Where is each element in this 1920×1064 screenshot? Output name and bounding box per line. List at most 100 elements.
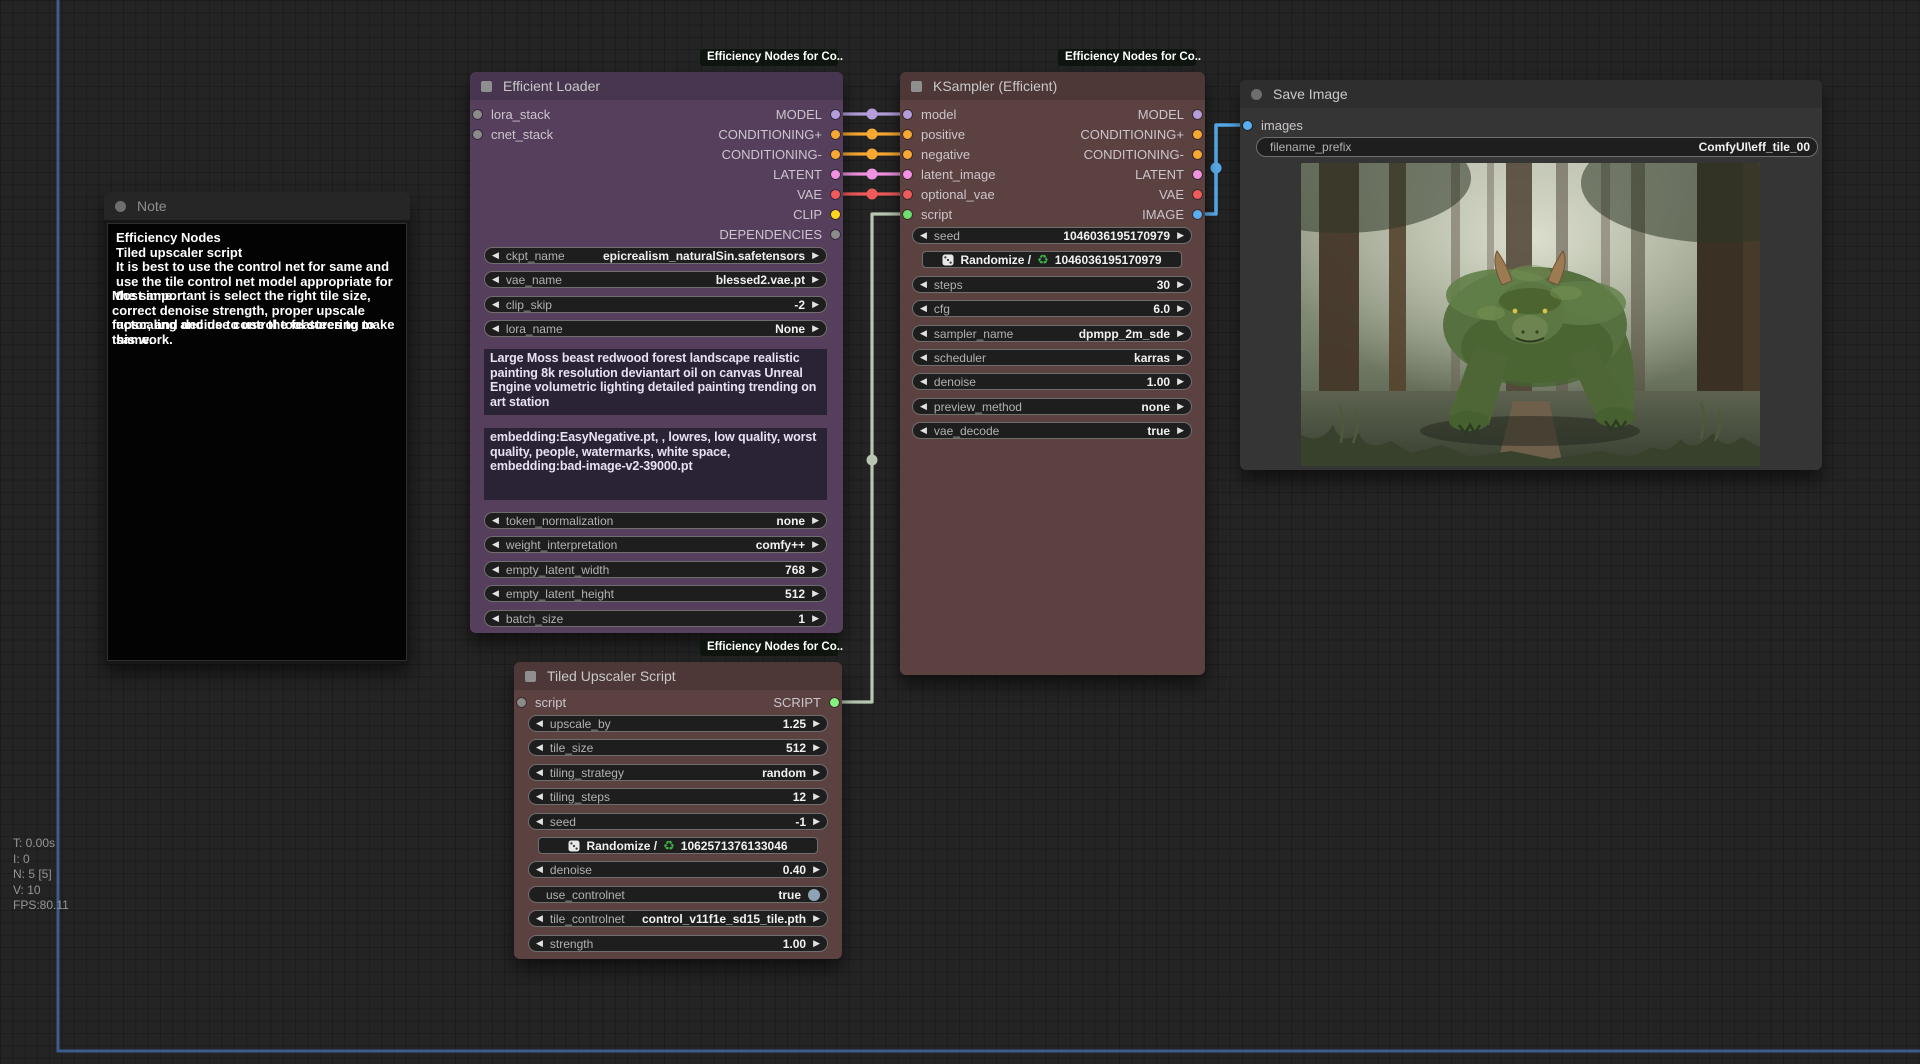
left-arrow-icon[interactable]: ◀ [920, 426, 927, 435]
right-arrow-icon[interactable]: ▶ [812, 516, 819, 525]
right-arrow-icon[interactable]: ▶ [812, 614, 819, 623]
slot-dot[interactable] [1193, 190, 1202, 199]
right-arrow-icon[interactable]: ▶ [1177, 353, 1184, 362]
left-arrow-icon[interactable]: ◀ [492, 614, 499, 623]
left-arrow-icon[interactable]: ◀ [536, 865, 543, 874]
right-arrow-icon[interactable]: ▶ [813, 719, 820, 728]
slot-dot[interactable] [831, 150, 840, 159]
output-slot-latent[interactable]: LATENT [773, 164, 840, 184]
right-arrow-icon[interactable]: ▶ [1177, 329, 1184, 338]
slot-dot[interactable] [473, 110, 482, 119]
save-image-header[interactable]: Save Image [1240, 80, 1822, 108]
left-arrow-icon[interactable]: ◀ [536, 817, 543, 826]
widget-vae-name[interactable]: ◀ vae_name blessed2.vae.pt ▶ [484, 271, 827, 288]
right-arrow-icon[interactable]: ▶ [813, 914, 820, 923]
input-slot-negative[interactable]: negative [903, 144, 970, 164]
widget-vae-decode[interactable]: ◀ vae_decode true ▶ [912, 422, 1192, 439]
widget-tile-controlnet[interactable]: ◀ tile_controlnet control_v11f1e_sd15_ti… [528, 910, 828, 927]
left-arrow-icon[interactable]: ◀ [492, 324, 499, 333]
slot-dot[interactable] [903, 170, 912, 179]
left-arrow-icon[interactable]: ◀ [492, 565, 499, 574]
output-slot-conditioning-plus[interactable]: CONDITIONING+ [718, 124, 840, 144]
right-arrow-icon[interactable]: ▶ [812, 589, 819, 598]
output-slot-script[interactable]: SCRIPT [773, 692, 839, 712]
left-arrow-icon[interactable]: ◀ [492, 251, 499, 260]
right-arrow-icon[interactable]: ▶ [813, 768, 820, 777]
slot-dot[interactable] [903, 130, 912, 139]
widget-tiling-steps[interactable]: ◀ tiling_steps 12 ▶ [528, 788, 828, 805]
widget-empty-latent-height[interactable]: ◀ empty_latent_height 512 ▶ [484, 585, 827, 602]
positive-prompt-textarea[interactable]: Large Moss beast redwood forest landscap… [484, 349, 827, 415]
slot-dot[interactable] [1193, 210, 1202, 219]
slot-dot[interactable] [831, 110, 840, 119]
randomize-seed-button[interactable]: Randomize / ♻ 1046036195170979 [922, 251, 1182, 268]
widget-seed[interactable]: ◀ seed -1 ▶ [528, 813, 828, 830]
tiled-upscaler-header[interactable]: Tiled Upscaler Script [514, 662, 842, 690]
left-arrow-icon[interactable]: ◀ [536, 768, 543, 777]
right-arrow-icon[interactable]: ▶ [813, 743, 820, 752]
output-slot-vae[interactable]: VAE [1159, 184, 1202, 204]
negative-prompt-textarea[interactable]: embedding:EasyNegative.pt, , lowres, low… [484, 428, 827, 500]
left-arrow-icon[interactable]: ◀ [536, 792, 543, 801]
slot-dot[interactable] [1243, 121, 1252, 130]
slot-dot[interactable] [1193, 110, 1202, 119]
widget-token-normalization[interactable]: ◀ token_normalization none ▶ [484, 512, 827, 529]
slot-dot[interactable] [830, 698, 839, 707]
widget-denoise[interactable]: ◀ denoise 1.00 ▶ [912, 373, 1192, 390]
left-arrow-icon[interactable]: ◀ [536, 719, 543, 728]
right-arrow-icon[interactable]: ▶ [1177, 231, 1184, 240]
input-slot-positive[interactable]: positive [903, 124, 965, 144]
right-arrow-icon[interactable]: ▶ [1177, 280, 1184, 289]
collapse-square-icon[interactable] [481, 81, 492, 92]
left-arrow-icon[interactable]: ◀ [920, 353, 927, 362]
ksampler-header[interactable]: KSampler (Efficient) [900, 72, 1205, 100]
slot-dot[interactable] [831, 230, 840, 239]
right-arrow-icon[interactable]: ▶ [1177, 426, 1184, 435]
right-arrow-icon[interactable]: ▶ [812, 300, 819, 309]
randomize-seed-button[interactable]: Randomize / ♻ 1062571376133046 [538, 837, 818, 854]
output-slot-conditioning-minus[interactable]: CONDITIONING- [1084, 144, 1202, 164]
note-text[interactable]: Efficiency Nodes Tiled upscaler script I… [107, 223, 407, 661]
widget-seed[interactable]: ◀ seed 1046036195170979 ▶ [912, 227, 1192, 244]
right-arrow-icon[interactable]: ▶ [812, 251, 819, 260]
widget-preview-method[interactable]: ◀ preview_method none ▶ [912, 398, 1192, 415]
collapse-dot-icon[interactable] [1251, 89, 1262, 100]
right-arrow-icon[interactable]: ▶ [813, 865, 820, 874]
right-arrow-icon[interactable]: ▶ [1177, 377, 1184, 386]
output-slot-model[interactable]: MODEL [1138, 104, 1202, 124]
left-arrow-icon[interactable]: ◀ [920, 329, 927, 338]
slot-dot[interactable] [517, 698, 526, 707]
right-arrow-icon[interactable]: ▶ [813, 792, 820, 801]
left-arrow-icon[interactable]: ◀ [492, 300, 499, 309]
right-arrow-icon[interactable]: ▶ [812, 275, 819, 284]
widget-ckpt-name[interactable]: ◀ ckpt_name epicrealism_naturalSin.safet… [484, 247, 827, 264]
widget-scheduler[interactable]: ◀ scheduler karras ▶ [912, 349, 1192, 366]
left-arrow-icon[interactable]: ◀ [492, 275, 499, 284]
right-arrow-icon[interactable]: ▶ [812, 565, 819, 574]
slot-dot[interactable] [903, 190, 912, 199]
output-slot-conditioning-minus[interactable]: CONDITIONING- [722, 144, 840, 164]
widget-cfg[interactable]: ◀ cfg 6.0 ▶ [912, 300, 1192, 317]
left-arrow-icon[interactable]: ◀ [920, 304, 927, 313]
left-arrow-icon[interactable]: ◀ [920, 280, 927, 289]
widget-batch-size[interactable]: ◀ batch_size 1 ▶ [484, 610, 827, 627]
right-arrow-icon[interactable]: ▶ [813, 817, 820, 826]
collapse-dot-icon[interactable] [115, 201, 126, 212]
left-arrow-icon[interactable]: ◀ [492, 589, 499, 598]
input-slot-latent-image[interactable]: latent_image [903, 164, 995, 184]
toggle-icon[interactable] [808, 889, 820, 901]
input-slot-model[interactable]: model [903, 104, 956, 124]
left-arrow-icon[interactable]: ◀ [492, 540, 499, 549]
input-slot-lora-stack[interactable]: lora_stack [473, 104, 550, 124]
graph-canvas[interactable]: { "badge": "Efficiency Nodes for Co..", … [0, 0, 1920, 1064]
output-slot-image[interactable]: IMAGE [1142, 204, 1202, 224]
input-slot-cnet-stack[interactable]: cnet_stack [473, 124, 553, 144]
left-arrow-icon[interactable]: ◀ [492, 516, 499, 525]
output-slot-model[interactable]: MODEL [776, 104, 840, 124]
left-arrow-icon[interactable]: ◀ [920, 377, 927, 386]
right-arrow-icon[interactable]: ▶ [813, 939, 820, 948]
slot-dot[interactable] [831, 190, 840, 199]
output-slot-vae[interactable]: VAE [797, 184, 840, 204]
widget-denoise[interactable]: ◀ denoise 0.40 ▶ [528, 861, 828, 878]
output-slot-dependencies[interactable]: DEPENDENCIES [719, 224, 840, 244]
